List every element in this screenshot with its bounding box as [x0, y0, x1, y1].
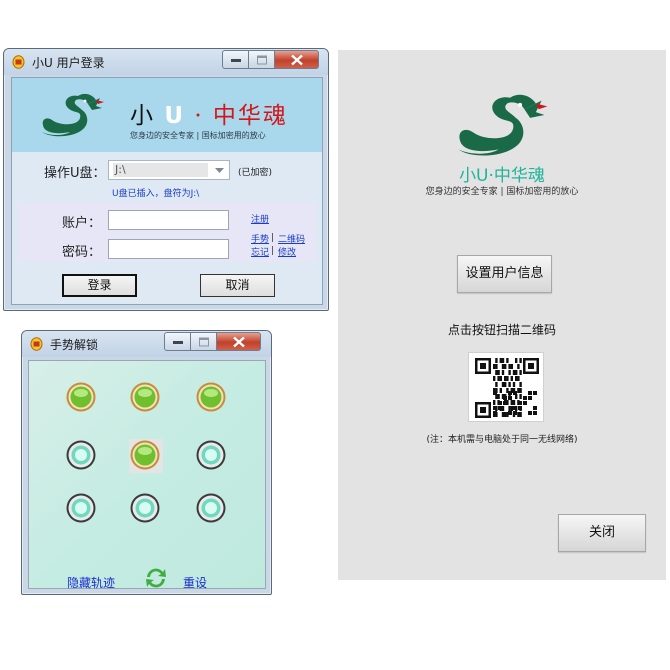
- minimize-icon: [230, 58, 241, 62]
- reset-button[interactable]: 重设: [183, 574, 207, 591]
- maximize-button[interactable]: [191, 332, 217, 351]
- modify-link[interactable]: 修改: [278, 245, 296, 258]
- minimize-icon: [172, 340, 183, 344]
- gesture-dot-3[interactable]: [195, 381, 227, 413]
- qrcode-link[interactable]: 二维码: [278, 232, 305, 245]
- network-note: (注：本机需与电脑处于同一无线网络): [426, 435, 578, 445]
- close-icon: [232, 336, 245, 347]
- gesture-dot-7[interactable]: [65, 492, 97, 524]
- maximize-icon: [256, 55, 267, 64]
- link-separator: |: [271, 233, 275, 243]
- udisk-select[interactable]: J:\: [108, 160, 230, 180]
- login-button[interactable]: 登录: [62, 274, 137, 297]
- close-icon: [290, 54, 303, 65]
- close-button[interactable]: 关闭: [558, 514, 646, 552]
- maximize-icon: [198, 337, 209, 346]
- credentials-panel: 账户： 密码： 注册 手势 | 二维码 忘记 | 修改: [18, 202, 316, 262]
- mobile-brand-title: 小U·中华魂: [459, 166, 545, 186]
- gesture-link[interactable]: 手势: [251, 232, 269, 245]
- gesture-dot-6[interactable]: [195, 439, 227, 471]
- gesture-window-title: 手势解锁: [50, 338, 99, 352]
- gesture-dot-4[interactable]: [65, 439, 97, 471]
- account-input[interactable]: [108, 210, 229, 230]
- register-link[interactable]: 注册: [251, 212, 269, 225]
- minimize-button[interactable]: [222, 50, 249, 69]
- gesture-pad: 隐藏轨迹 重设: [28, 360, 266, 591]
- udisk-select-value: J:\: [113, 163, 208, 177]
- brand-part-3: · 中华魂: [194, 103, 288, 129]
- encryption-status: (已加密): [238, 168, 273, 178]
- qr-code-button[interactable]: [468, 352, 544, 422]
- password-label: 密码：: [62, 245, 102, 260]
- udisk-label: 操作U盘：: [44, 166, 106, 181]
- login-window: 小U 用户登录 小 U · 中华魂 您身边的安全专家 | 国标加密用的放心 操作…: [3, 48, 329, 311]
- forgot-link[interactable]: 忘记: [251, 245, 269, 258]
- app-logo-icon: [12, 55, 25, 69]
- setup-user-info-button[interactable]: 设置用户信息: [457, 255, 552, 293]
- dragon-logo-icon: [42, 93, 104, 137]
- gesture-dot-2[interactable]: [129, 381, 161, 413]
- gesture-unlock-window: 手势解锁 隐藏轨迹 重设: [21, 330, 272, 595]
- udisk-inserted-message: U盘已插入，盘符为J:\: [112, 189, 200, 199]
- refresh-icon[interactable]: [143, 565, 169, 591]
- login-title-bar[interactable]: 小U 用户登录: [4, 49, 328, 75]
- brand-title: 小 U · 中华魂: [130, 96, 288, 130]
- mobile-brand-tagline: 您身边的安全专家 | 国标加密用的放心: [425, 187, 579, 197]
- app-logo-icon: [30, 337, 43, 351]
- gesture-dot-1[interactable]: [65, 381, 97, 413]
- gesture-dot-9[interactable]: [195, 492, 227, 524]
- qr-code-icon: [475, 358, 539, 418]
- gesture-title-bar[interactable]: 手势解锁: [22, 331, 271, 357]
- password-input[interactable]: [108, 239, 229, 259]
- gesture-dot-5[interactable]: [129, 439, 163, 473]
- login-banner: 小 U · 中华魂 您身边的安全专家 | 国标加密用的放心: [12, 78, 322, 152]
- dropdown-arrow-icon[interactable]: [211, 162, 228, 178]
- brand-part-1: 小: [130, 103, 155, 129]
- brand-tagline: 您身边的安全专家 | 国标加密用的放心: [130, 131, 266, 140]
- brand-part-2: U: [164, 103, 185, 129]
- login-window-title: 小U 用户登录: [32, 56, 105, 70]
- dragon-logo-icon: [458, 94, 548, 156]
- login-client-area: 小 U · 中华魂 您身边的安全专家 | 国标加密用的放心 操作U盘： J:\ …: [11, 77, 323, 305]
- close-button[interactable]: [217, 332, 261, 351]
- maximize-button[interactable]: [249, 50, 275, 69]
- account-label: 账户：: [62, 216, 102, 231]
- minimize-button[interactable]: [164, 332, 191, 351]
- link-separator: |: [271, 246, 275, 256]
- close-button[interactable]: [275, 50, 319, 69]
- cancel-button[interactable]: 取消: [200, 274, 275, 297]
- gesture-dot-8[interactable]: [129, 492, 161, 524]
- scan-qr-hint: 点击按钮扫描二维码: [447, 323, 556, 337]
- mobile-app-panel: 小U·中华魂 您身边的安全专家 | 国标加密用的放心 设置用户信息 点击按钮扫描…: [338, 50, 666, 580]
- hide-trail-button[interactable]: 隐藏轨迹: [67, 574, 115, 591]
